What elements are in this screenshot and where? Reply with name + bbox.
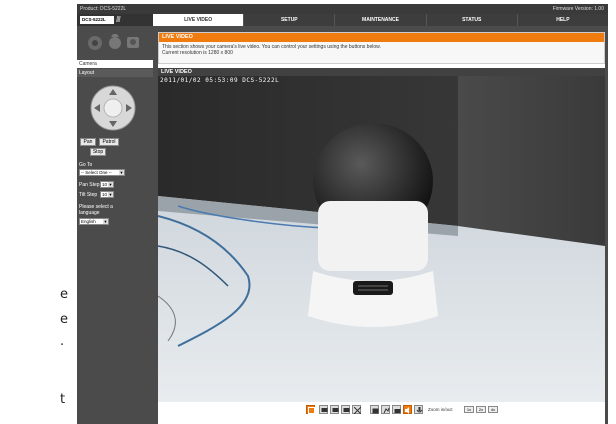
snapshot-icon[interactable]: [370, 405, 379, 414]
tab-live-video[interactable]: LIVE VIDEO: [153, 14, 245, 26]
zoom-label: Zoom in/out:: [428, 407, 454, 412]
camera-device: [308, 123, 438, 327]
camera-icon: [88, 34, 139, 50]
sidebar: Camera Layout Pan Patrol Stop Go To -- S…: [77, 26, 153, 424]
chevron-down-icon: ▼: [108, 182, 113, 187]
chevron-down-icon: ▼: [108, 192, 113, 197]
zoom-4x-button[interactable]: 4x: [488, 406, 498, 413]
tab-setup[interactable]: SETUP: [244, 14, 336, 26]
tab-help[interactable]: HELP: [518, 14, 608, 26]
live-video-feed[interactable]: 2011/01/02 05:53:09 DCS-5222L: [158, 76, 605, 402]
product-name: Product: DCS-5222L: [80, 6, 127, 12]
tilt-step-label: Tilt Step: [79, 192, 98, 198]
goto-value: -- Select One --: [81, 170, 112, 175]
screenshot: e e . t Product: DCS-5222L Firmware Vers…: [0, 0, 616, 424]
top-bar: Product: DCS-5222L Firmware Version: 1.0…: [77, 4, 608, 14]
pan-step-label: Pan Step: [79, 182, 100, 188]
main-content: LIVE VIDEO This section shows your camer…: [158, 32, 605, 424]
patrol-button[interactable]: Patrol: [99, 138, 119, 146]
info-box: LIVE VIDEO This section shows your camer…: [158, 32, 605, 64]
language-select[interactable]: English ▼: [79, 218, 109, 225]
logo-area: DCS-5222L ///: [77, 14, 153, 26]
live-video-title: LIVE VIDEO: [158, 68, 605, 76]
camera-scene: [158, 76, 605, 402]
video-timestamp: 2011/01/02 05:53:09 DCS-5222L: [160, 77, 280, 84]
pan-step-select[interactable]: 10 ▼: [100, 181, 114, 188]
record-icon[interactable]: [381, 405, 390, 414]
left-margin: e e . t: [0, 0, 77, 424]
camera-icons: [85, 32, 145, 56]
monitor-icon[interactable]: [319, 405, 328, 414]
language-label: Please select a language: [79, 204, 113, 216]
logo-slashes: ///: [116, 15, 121, 24]
zoom-1x-button[interactable]: 1x: [464, 406, 474, 413]
language-value: English: [81, 219, 96, 224]
model-logo: DCS-5222L: [80, 16, 114, 24]
zoom-2x-button[interactable]: 2x: [476, 406, 486, 413]
video-controls: Zoom in/out: 1x 2x 4x: [158, 402, 605, 416]
info-text: This section shows your camera's live vi…: [159, 42, 604, 58]
monitor-icon[interactable]: [341, 405, 350, 414]
info-title: LIVE VIDEO: [159, 33, 604, 42]
main-nav: LIVE VIDEO SETUP MAINTENANCE STATUS HELP: [153, 14, 608, 26]
tab-status[interactable]: STATUS: [427, 14, 518, 26]
expand-icon[interactable]: [352, 405, 361, 414]
pan-step-value: 10: [102, 182, 108, 187]
tilt-step-value: 10: [102, 192, 108, 197]
firmware-version: Firmware Version: 1.00: [552, 6, 604, 12]
pan-button[interactable]: Pan: [80, 138, 96, 146]
tab-maintenance[interactable]: MAINTENANCE: [335, 14, 427, 26]
goto-label: Go To: [79, 162, 93, 168]
stop-button[interactable]: Stop: [90, 148, 106, 156]
chevron-down-icon: ▼: [119, 170, 124, 175]
bleed-text: e: [60, 287, 68, 302]
chevron-down-icon: ▼: [103, 219, 108, 224]
ptz-pad[interactable]: [89, 84, 137, 132]
speaker-icon[interactable]: [403, 405, 412, 414]
folder-icon[interactable]: [392, 405, 401, 414]
camera-web-ui: Product: DCS-5222L Firmware Version: 1.0…: [77, 4, 608, 424]
microphone-icon[interactable]: [414, 405, 423, 414]
sidebar-layout[interactable]: Layout: [77, 69, 153, 77]
monitor-icon[interactable]: [330, 405, 339, 414]
goto-select[interactable]: -- Select One -- ▼: [79, 169, 125, 176]
info-line-2: Current resolution is 1280 x 800: [162, 50, 233, 56]
sidebar-camera[interactable]: Camera: [77, 60, 153, 68]
tilt-step-select[interactable]: 10 ▼: [100, 191, 114, 198]
bleed-text: t: [60, 392, 66, 407]
bleed-text: e: [60, 312, 68, 327]
fullscreen-button[interactable]: [306, 405, 315, 414]
bleed-text: .: [60, 334, 65, 349]
